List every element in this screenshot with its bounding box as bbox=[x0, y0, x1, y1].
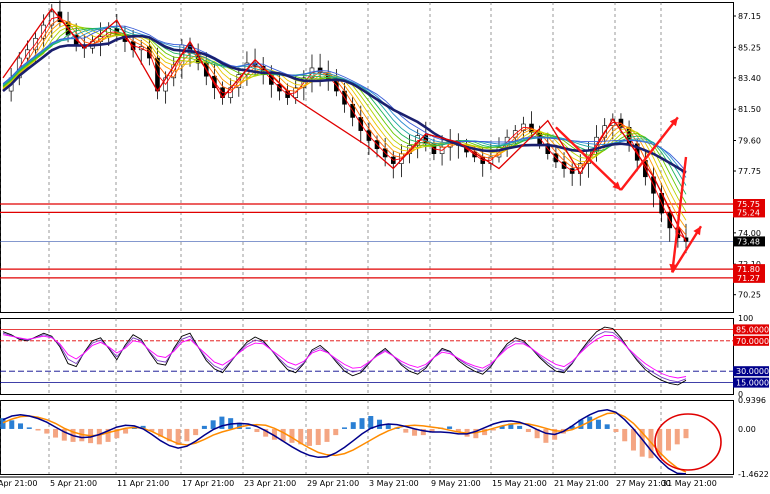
histogram-bar bbox=[665, 428, 671, 451]
histogram-bar bbox=[315, 428, 321, 445]
histogram-bar bbox=[9, 420, 15, 429]
price-label-text: 71.80 bbox=[737, 265, 760, 274]
oscillator-tick-label: 100 bbox=[738, 314, 753, 323]
histogram-bar bbox=[201, 425, 207, 429]
x-tick-label: 29 Apr 21:00 bbox=[307, 479, 359, 488]
histogram-bar bbox=[604, 424, 610, 429]
moving-average-line bbox=[2, 25, 687, 212]
histogram-tick-label: 0.00 bbox=[738, 425, 756, 434]
price-tick-label: 83.40 bbox=[738, 74, 761, 83]
histogram-bar bbox=[18, 423, 24, 429]
histogram-bar bbox=[683, 428, 689, 439]
x-tick-label: Apr 21:00 bbox=[0, 479, 37, 488]
x-tick-label: 17 Apr 21:00 bbox=[182, 479, 234, 488]
x-tick-label: 11 Apr 21:00 bbox=[117, 479, 169, 488]
histogram-bar bbox=[595, 419, 601, 429]
level-label-text: 70.0000 bbox=[736, 337, 769, 346]
moving-average-line bbox=[2, 23, 687, 221]
histogram-bar bbox=[53, 428, 59, 438]
histogram-bar bbox=[622, 428, 628, 442]
moving-average-line bbox=[2, 21, 687, 229]
level-label-text: 30.0000 bbox=[736, 367, 769, 376]
histogram-bar bbox=[525, 428, 531, 433]
price-label-text: 71.27 bbox=[737, 274, 760, 283]
price-tick-label: 77.75 bbox=[738, 167, 761, 176]
x-tick-label: 23 Apr 21:00 bbox=[244, 479, 296, 488]
histogram-bar bbox=[613, 428, 619, 433]
oscillator-line bbox=[2, 331, 687, 383]
histogram-bar bbox=[254, 428, 260, 433]
highlight-ellipse bbox=[654, 413, 722, 471]
histogram-tick-label: 0.9396 bbox=[738, 396, 766, 405]
signal-line bbox=[2, 409, 687, 475]
histogram-bar bbox=[123, 428, 129, 434]
histogram-bar bbox=[333, 428, 339, 436]
histogram-bar bbox=[96, 428, 102, 445]
histogram-bar bbox=[193, 428, 199, 436]
histogram-bar bbox=[674, 428, 680, 445]
histogram-bar bbox=[26, 427, 32, 429]
histogram-bar bbox=[324, 428, 330, 442]
price-tick-label: 70.25 bbox=[738, 291, 761, 300]
histogram-bar bbox=[543, 428, 549, 443]
moving-average-line bbox=[2, 18, 687, 236]
oscillator-line bbox=[2, 326, 687, 386]
histogram-bar bbox=[350, 422, 356, 429]
price-tick-label: 79.60 bbox=[738, 137, 761, 146]
histogram-bar bbox=[447, 426, 453, 429]
histogram-bar bbox=[210, 420, 216, 429]
histogram-bar bbox=[306, 428, 312, 446]
histogram-bar bbox=[385, 424, 391, 429]
trend-arrow bbox=[555, 126, 622, 191]
level-label-text: 15.0000 bbox=[736, 379, 769, 388]
histogram-bar bbox=[184, 428, 190, 442]
x-tick-label: 31 May 21:00 bbox=[662, 479, 717, 488]
trading-chart: Apr 21:00 5 Apr 21:00 11 Apr 21:00 17 Apr 2… bbox=[0, 0, 770, 490]
moving-average-line bbox=[2, 16, 687, 240]
price-label-text: 75.24 bbox=[737, 208, 760, 217]
x-tick-label: 5 Apr 21:00 bbox=[50, 479, 97, 488]
signal-line bbox=[2, 412, 687, 473]
chart-canvas[interactable]: Apr 21:00 5 Apr 21:00 11 Apr 21:00 17 Apr 2… bbox=[0, 0, 770, 490]
histogram-bar bbox=[342, 427, 347, 429]
level-label-text: 85.0000 bbox=[736, 325, 769, 334]
histogram-bar bbox=[359, 418, 365, 429]
histogram-bar bbox=[35, 428, 41, 431]
price-label-text: 73.48 bbox=[737, 237, 760, 246]
histogram-bar bbox=[517, 425, 523, 429]
x-tick-label: 9 May 21:00 bbox=[431, 479, 481, 488]
panel-border-0 bbox=[0, 2, 734, 313]
price-tick-label: 87.15 bbox=[738, 12, 761, 21]
histogram-bar bbox=[245, 427, 251, 429]
histogram-bar bbox=[630, 428, 636, 451]
price-tick-label: 85.25 bbox=[738, 43, 761, 52]
histogram-tick-label: -1.4622 bbox=[738, 470, 769, 479]
histogram-bar bbox=[0, 418, 6, 429]
price-tick-label: 81.50 bbox=[738, 105, 761, 114]
x-tick-label: 21 May 21:00 bbox=[554, 479, 609, 488]
x-tick-label: 15 May 21:00 bbox=[492, 479, 547, 488]
x-tick-label: 3 May 21:00 bbox=[369, 479, 419, 488]
histogram-bar bbox=[403, 428, 409, 433]
moving-average-line bbox=[2, 27, 687, 204]
histogram-bar bbox=[44, 428, 50, 434]
panel-border-1 bbox=[0, 318, 734, 395]
